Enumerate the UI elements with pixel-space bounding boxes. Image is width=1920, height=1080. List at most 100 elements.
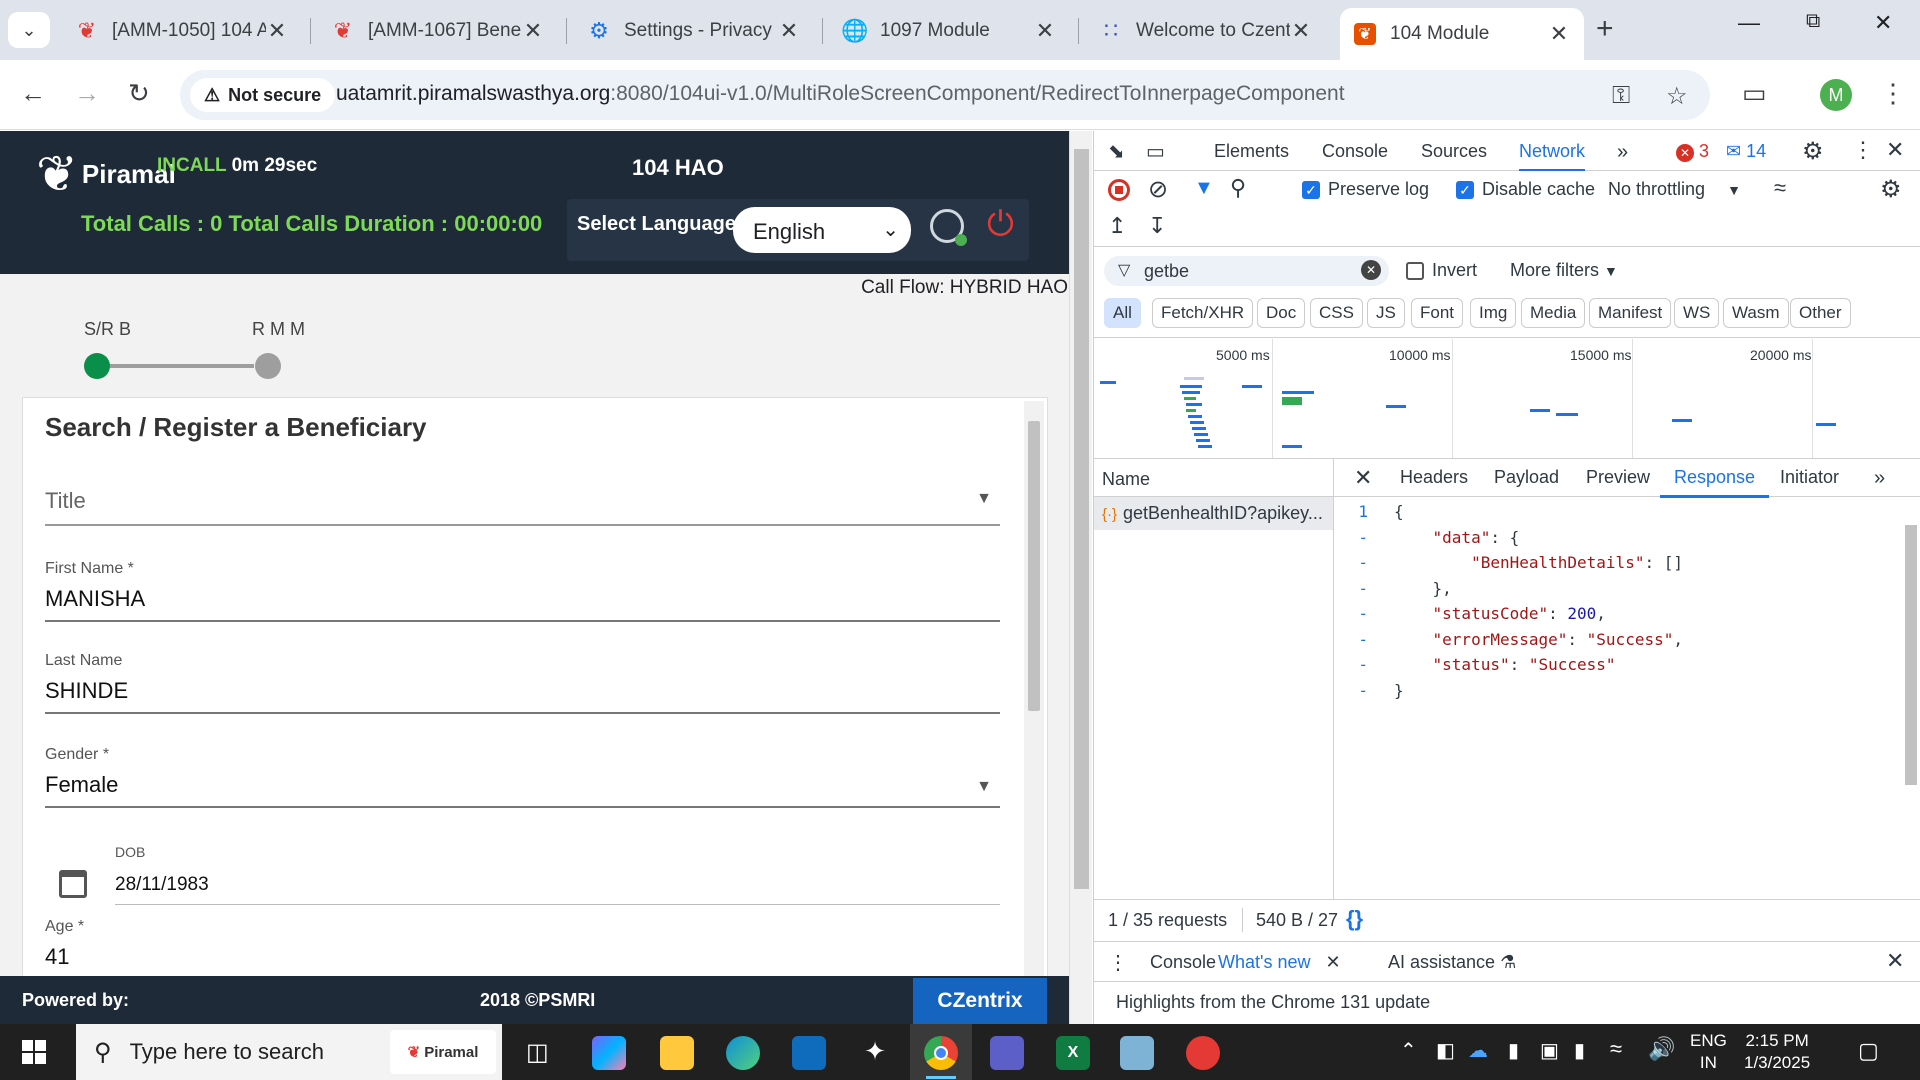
network-settings-gear-icon[interactable]: ⚙	[1880, 175, 1902, 204]
response-scrollbar[interactable]	[1902, 499, 1920, 899]
microphone-icon[interactable]: ▮	[1508, 1038, 1519, 1063]
inspect-element-icon[interactable]: ⬊	[1108, 139, 1125, 164]
devtools-tab-network[interactable]: Network	[1519, 141, 1586, 171]
filter-type-css[interactable]: CSS	[1310, 298, 1363, 328]
error-count-badge[interactable]: ✕ 3	[1676, 141, 1709, 162]
browser-tab-1[interactable]: ❦ [AMM-1050] 104 A ✕	[62, 10, 302, 52]
drawer-tab-console[interactable]: Console	[1150, 952, 1216, 973]
teams-icon[interactable]	[990, 1036, 1024, 1070]
tab-search-button[interactable]: ⌄	[8, 12, 50, 48]
windows-start-icon[interactable]	[22, 1040, 46, 1064]
close-tab-icon[interactable]: ✕	[1034, 18, 1056, 44]
volume-icon[interactable]: 🔊	[1648, 1036, 1675, 1062]
title-select[interactable]: Title ▼	[45, 488, 1000, 526]
network-filter-input[interactable]: ▽ getbe ✕	[1104, 256, 1389, 286]
devtools-tab-sources[interactable]: Sources	[1421, 141, 1487, 162]
copilot-icon[interactable]	[592, 1036, 626, 1070]
preserve-log-checkbox[interactable]: ✓ Preserve log	[1302, 179, 1429, 200]
czentrix-button[interactable]: CZentrix	[913, 978, 1047, 1024]
not-secure-badge[interactable]: ⚠ Not secure	[190, 78, 336, 112]
snipping-tool-icon[interactable]	[1186, 1036, 1220, 1070]
network-conditions-wifi-icon[interactable]: ≈	[1774, 175, 1786, 201]
detail-tab-response[interactable]: Response	[1659, 467, 1770, 498]
language-select[interactable]: English ⌄	[733, 207, 911, 253]
browser-tab-3[interactable]: ⚙ Settings - Privacy a ✕	[574, 10, 814, 52]
close-devtools-icon[interactable]: ✕	[1886, 137, 1904, 163]
back-arrow-icon[interactable]: ←	[20, 78, 46, 109]
task-view-icon[interactable]: ◫	[526, 1038, 549, 1067]
message-count-badge[interactable]: ✉ 14	[1726, 141, 1766, 162]
devtools-settings-gear-icon[interactable]: ⚙	[1802, 137, 1824, 166]
filter-type-fetch-xhr[interactable]: Fetch/XHR	[1152, 298, 1254, 328]
step-dot-rmm[interactable]	[255, 353, 281, 379]
pretty-print-braces-icon[interactable]: {}	[1346, 906, 1363, 932]
profile-avatar[interactable]: M	[1820, 79, 1852, 111]
throttling-select[interactable]: No throttling ▼	[1608, 179, 1741, 200]
detail-tab-headers[interactable]: Headers	[1400, 467, 1468, 488]
close-drawer-icon[interactable]: ✕	[1886, 948, 1904, 974]
dob-field[interactable]: DOB 28/11/1983	[115, 844, 1000, 905]
taskbar-search-box[interactable]: ⚲ Type here to search ❦ Piramal	[76, 1024, 502, 1080]
gender-select[interactable]: Gender * Female ▼	[45, 746, 1000, 808]
bookmark-star-icon[interactable]: ☆	[1666, 82, 1688, 111]
filter-funnel-icon[interactable]: ▼	[1194, 177, 1214, 200]
device-toolbar-icon[interactable]: ▭	[1146, 139, 1165, 164]
close-tab-icon[interactable]: ✕	[1290, 18, 1312, 44]
filter-type-img[interactable]: Img	[1470, 298, 1517, 328]
input-language-indicator[interactable]: ENG IN	[1690, 1030, 1727, 1074]
record-stop-icon[interactable]	[1108, 179, 1130, 201]
drawer-tab-ai-assistance[interactable]: AI assistance ⚗	[1388, 952, 1516, 973]
filter-type-wasm[interactable]: Wasm	[1723, 298, 1789, 328]
first-name-field[interactable]: First Name * MANISHA	[45, 560, 1000, 622]
export-har-download-icon[interactable]: ↧	[1148, 213, 1166, 239]
filter-type-manifest[interactable]: Manifest	[1589, 298, 1672, 328]
browser-tab-5[interactable]: ∷ Welcome to Czent ✕	[1086, 10, 1326, 52]
close-tab-icon[interactable]: ✕	[266, 18, 288, 44]
tray-display-icon[interactable]: ▣	[1540, 1038, 1559, 1063]
url-text[interactable]: uatamrit.piramalswasthya.org:8080/104ui-…	[336, 82, 1345, 106]
filter-type-ws[interactable]: WS	[1674, 298, 1720, 328]
power-logout-icon[interactable]: ⏻	[987, 205, 1014, 244]
filter-type-media[interactable]: Media	[1521, 298, 1586, 328]
close-detail-icon[interactable]: ✕	[1354, 465, 1372, 491]
system-clock[interactable]: 2:15 PM 1/3/2025	[1744, 1030, 1810, 1074]
close-tab-icon[interactable]: ✕	[1548, 21, 1570, 47]
more-detail-tabs-chevron-icon[interactable]: »	[1874, 467, 1885, 490]
browser-tab-6-active[interactable]: ❦ 104 Module ✕	[1340, 8, 1584, 60]
edge-browser-icon[interactable]	[726, 1036, 760, 1070]
disable-cache-checkbox[interactable]: ✓ Disable cache	[1456, 179, 1595, 200]
filter-type-doc[interactable]: Doc	[1257, 298, 1306, 328]
detail-tab-preview[interactable]: Preview	[1586, 467, 1650, 488]
close-tab-icon[interactable]: ✕	[522, 18, 544, 44]
filter-type-js[interactable]: JS	[1367, 298, 1405, 328]
wifi-icon[interactable]: ≈	[1610, 1036, 1622, 1062]
invert-checkbox[interactable]: Invert	[1406, 260, 1477, 281]
reload-icon[interactable]: ↻	[128, 78, 150, 109]
kebab-menu-icon[interactable]: ⋮	[1880, 78, 1906, 109]
browser-tab-4[interactable]: 🌐 1097 Module ✕	[830, 10, 1070, 52]
address-bar[interactable]: ⚠ Not secure uatamrit.piramalswasthya.or…	[180, 70, 1710, 120]
drawer-tab-whats-new[interactable]: What's new ✕	[1218, 952, 1341, 973]
request-row[interactable]: {·} getBenhealthID?apikey...	[1094, 497, 1333, 530]
battery-icon[interactable]: ▮	[1574, 1038, 1585, 1063]
notepad-icon[interactable]	[1120, 1036, 1154, 1070]
form-scrollbar[interactable]	[1024, 401, 1044, 997]
key-icon[interactable]: ⚿	[1612, 82, 1630, 110]
restore-window-icon[interactable]: ⧉	[1806, 10, 1820, 33]
filter-type-all[interactable]: All	[1104, 298, 1141, 328]
more-filters-dropdown[interactable]: More filters ▼	[1510, 260, 1618, 281]
form-scrollbar-thumb[interactable]	[1028, 421, 1040, 711]
response-body[interactable]: 1{- "data": {- "BenHealthDetails": [] - }…	[1334, 499, 1904, 703]
minimize-window-icon[interactable]: —	[1738, 10, 1760, 36]
close-drawer-tab-icon[interactable]: ✕	[1326, 952, 1341, 972]
detail-tab-payload[interactable]: Payload	[1494, 467, 1559, 488]
notifications-icon[interactable]: ▢	[1858, 1038, 1879, 1064]
filter-type-font[interactable]: Font	[1411, 298, 1464, 328]
response-scrollbar-thumb[interactable]	[1905, 525, 1917, 785]
file-explorer-icon[interactable]	[660, 1036, 694, 1070]
calendar-icon[interactable]	[59, 870, 87, 898]
close-tab-icon[interactable]: ✕	[778, 18, 800, 44]
step-dot-srb[interactable]	[84, 353, 110, 379]
page-scrollbar[interactable]	[1069, 131, 1092, 1024]
chrome-icon[interactable]	[924, 1036, 958, 1070]
